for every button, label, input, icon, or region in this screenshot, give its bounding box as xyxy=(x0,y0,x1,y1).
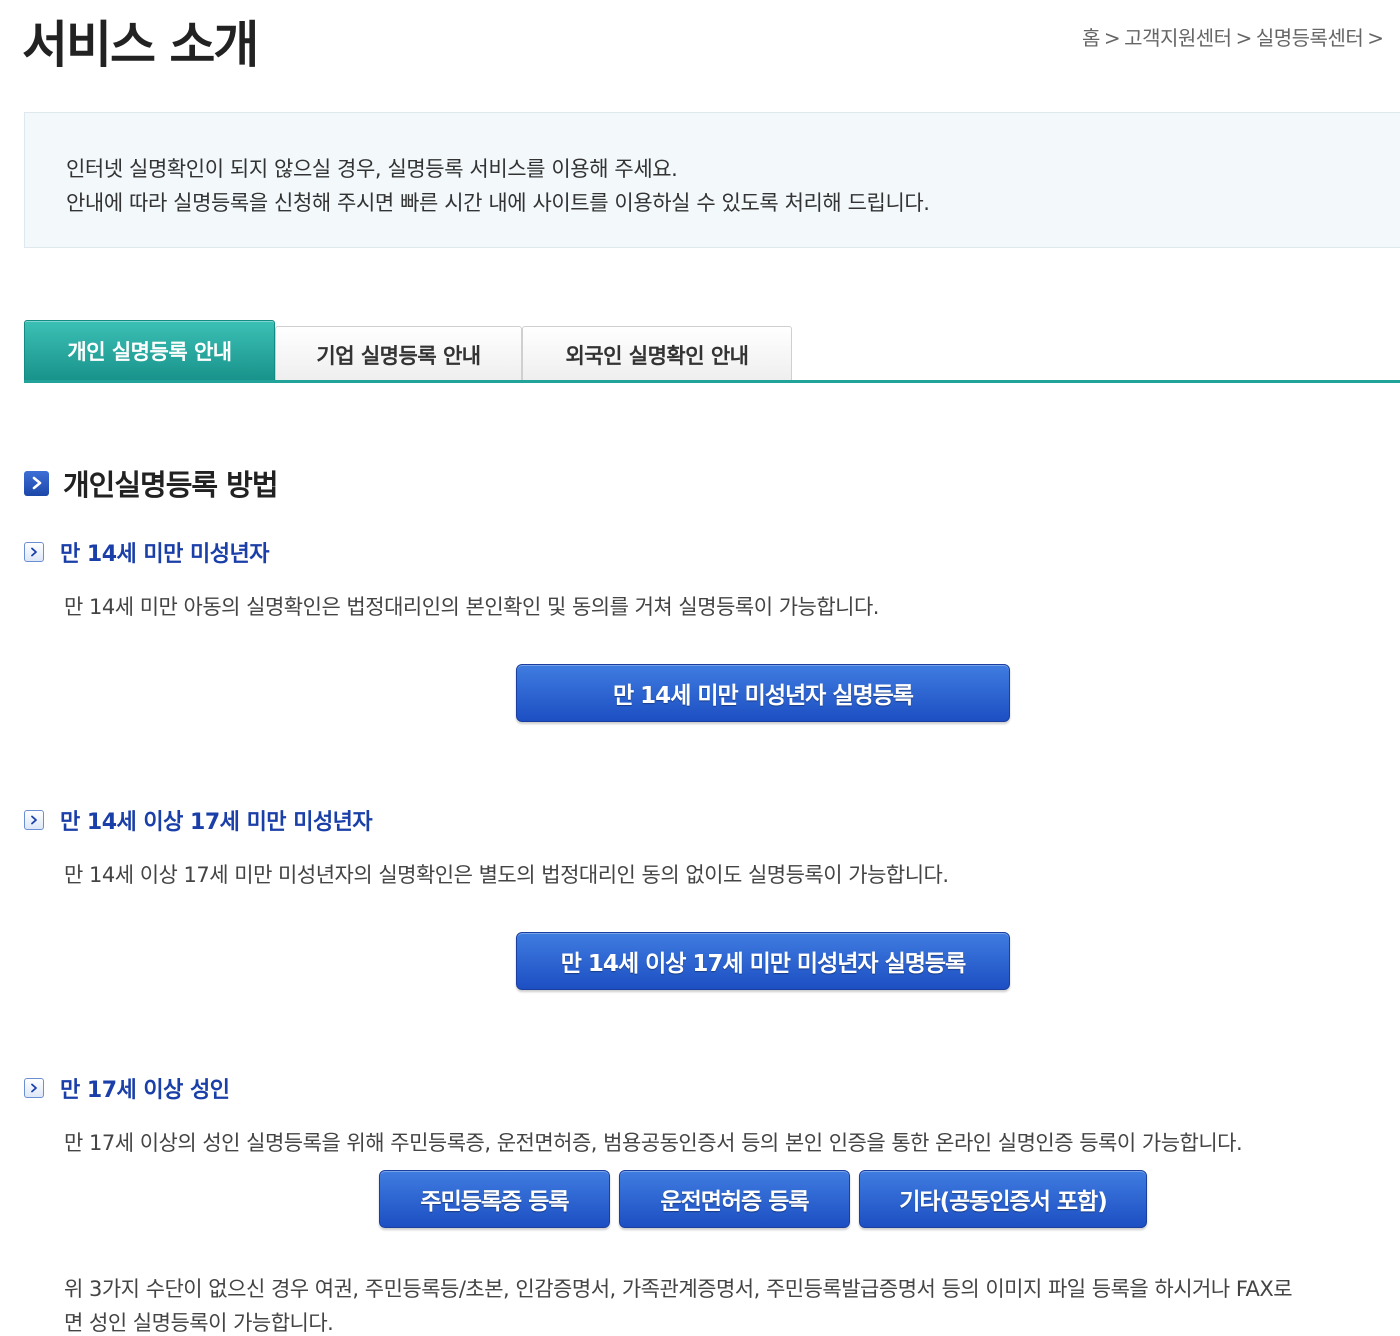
register-under14-button[interactable]: 만 14세 미만 미성년자 실명등록 xyxy=(516,664,1010,722)
breadcrumb: 홈 > 고객지원센터 > 실명등록센터 > xyxy=(1082,22,1388,51)
sub-heading-14to17: 만 14세 이상 17세 미만 미성년자 xyxy=(24,804,373,836)
footnote-line-1: 위 3가지 수단이 없으신 경우 여권, 주민등록등/초본, 인감증명서, 가족… xyxy=(64,1277,1293,1301)
breadcrumb-separator: > xyxy=(1367,26,1384,50)
section-heading-text: 개인실명등록 방법 xyxy=(63,468,279,502)
tab-bar: 개인 실명등록 안내 기업 실명등록 안내 외국인 실명확인 안내 xyxy=(24,320,1400,384)
drivers-license-register-button[interactable]: 운전면허증 등록 xyxy=(619,1170,850,1228)
sub-heading-text: 만 14세 이상 17세 미만 미성년자 xyxy=(60,810,373,835)
page-title: 서비스 소개 xyxy=(22,16,259,74)
chevron-right-icon xyxy=(24,470,49,496)
description-under14: 만 14세 미만 아동의 실명확인은 법정대리인의 본인확인 및 동의를 거쳐 … xyxy=(64,595,879,619)
chevron-right-icon xyxy=(24,542,44,562)
resident-card-register-button[interactable]: 주민등록증 등록 xyxy=(379,1170,610,1228)
breadcrumb-home[interactable]: 홈 xyxy=(1082,26,1100,50)
chevron-right-icon xyxy=(24,810,44,830)
tab-personal-registration[interactable]: 개인 실명등록 안내 xyxy=(24,320,275,382)
tab-underline xyxy=(24,380,1400,383)
tab-foreigner-verification[interactable]: 외국인 실명확인 안내 xyxy=(522,326,792,382)
breadcrumb-separator: > xyxy=(1235,26,1253,50)
tab-business-registration[interactable]: 기업 실명등록 안내 xyxy=(275,326,522,382)
sub-heading-text: 만 17세 이상 성인 xyxy=(60,1078,230,1103)
breadcrumb-support-center[interactable]: 고객지원센터 xyxy=(1124,26,1232,50)
other-certificate-register-button[interactable]: 기타(공동인증서 포함) xyxy=(859,1170,1147,1228)
breadcrumb-realname-center[interactable]: 실명등록센터 xyxy=(1256,26,1364,50)
sub-heading-adult: 만 17세 이상 성인 xyxy=(24,1072,230,1104)
sub-heading-under14: 만 14세 미만 미성년자 xyxy=(24,536,270,568)
description-adult: 만 17세 이상의 성인 실명등록을 위해 주민등록증, 운전면허증, 범용공동… xyxy=(64,1131,1243,1155)
register-14to17-button[interactable]: 만 14세 이상 17세 미만 미성년자 실명등록 xyxy=(516,932,1010,990)
section-heading: 개인실명등록 방법 xyxy=(24,462,279,504)
footnote: 위 3가지 수단이 없으신 경우 여권, 주민등록등/초본, 인감증명서, 가족… xyxy=(64,1272,1400,1336)
intro-text-line-1: 인터넷 실명확인이 되지 않으실 경우, 실명등록 서비스를 이용해 주세요. xyxy=(66,157,678,181)
intro-text-line-2: 안내에 따라 실명등록을 신청해 주시면 빠른 시간 내에 사이트를 이용하실 … xyxy=(66,191,930,215)
description-14to17: 만 14세 이상 17세 미만 미성년자의 실명확인은 별도의 법정대리인 동의… xyxy=(64,863,949,887)
footnote-line-2: 면 성인 실명등록이 가능합니다. xyxy=(64,1311,334,1335)
chevron-right-icon xyxy=(24,1078,44,1098)
breadcrumb-separator: > xyxy=(1103,26,1121,50)
sub-heading-text: 만 14세 미만 미성년자 xyxy=(60,542,270,567)
intro-box: 인터넷 실명확인이 되지 않으실 경우, 실명등록 서비스를 이용해 주세요. … xyxy=(24,112,1400,248)
